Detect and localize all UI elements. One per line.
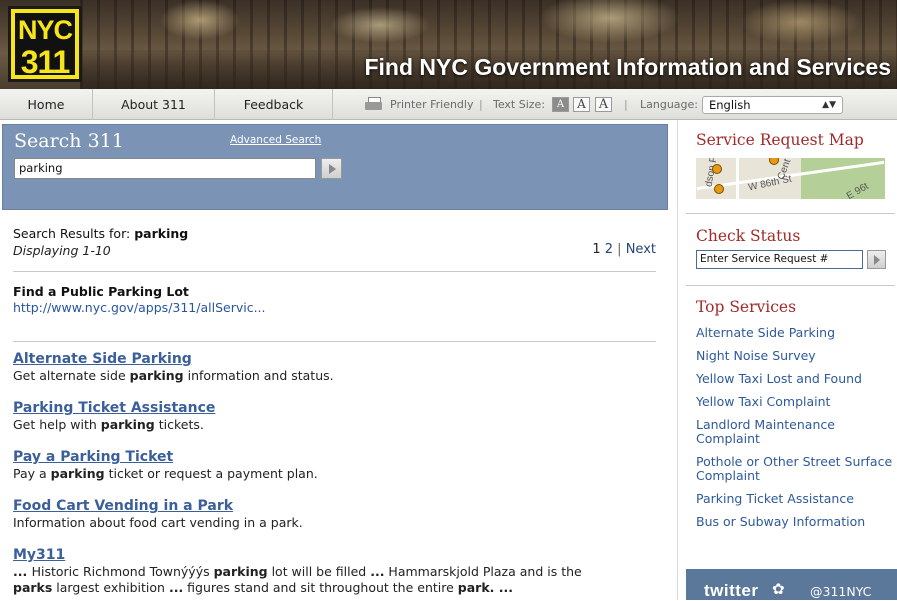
map-pin-icon [714,184,724,194]
text-size-medium-button[interactable]: A [573,97,590,112]
top-service-link[interactable]: Night Noise Survey [696,349,896,363]
search-panel: Search 311 Advanced Search parking [2,124,668,210]
featured-result-url[interactable]: http://www.nyc.gov/apps/311/allServic... [13,300,266,315]
nav-about-311[interactable]: About 311 [93,89,215,120]
service-request-map-thumbnail[interactable]: W 86th St dson P Cent E 96t [696,158,885,199]
site-tagline: Find NYC Government Information and Serv… [364,54,891,80]
service-request-input[interactable]: Enter Service Request # [696,250,863,269]
result-description: Get help with parking tickets. [13,417,204,432]
logo-text-311: 311 [20,44,71,80]
next-page-link[interactable]: Next [626,242,656,257]
language-label: Language: [640,98,698,111]
check-status-submit-button[interactable] [867,250,886,269]
result-title-link[interactable]: Food Cart Vending in a Park [13,498,658,514]
results-term: parking [134,226,189,241]
top-service-link[interactable]: Yellow Taxi Complaint [696,395,896,409]
result-item: Parking Ticket Assistance Get help with … [13,400,658,432]
result-title-link[interactable]: Alternate Side Parking [13,351,658,367]
result-description: parks largest exhibition ... figures sta… [13,580,513,595]
map-pin-icon [712,164,722,174]
results-heading: Search Results for: parking [13,226,189,241]
top-service-link[interactable]: Yellow Taxi Lost and Found [696,372,896,386]
text-size-small-button[interactable]: A [552,97,569,112]
divider [13,271,656,272]
logo-text-nyc: NYC [17,15,73,45]
divider [13,341,656,342]
pagination: 1 2 | Next [592,242,656,257]
result-description: Get alternate side parking information a… [13,368,334,383]
top-service-link[interactable]: Alternate Side Parking [696,326,896,340]
column-divider [677,120,678,600]
twitter-bird-icon: ✿ [772,580,785,598]
nav-feedback[interactable]: Feedback [215,89,333,120]
map-pin-icon [769,158,779,165]
top-services-list: Alternate Side Parking Night Noise Surve… [696,326,896,538]
divider: | [624,98,628,111]
result-title-link[interactable]: Pay a Parking Ticket [13,449,658,465]
search-title: Search 311 [14,130,124,152]
top-services-heading: Top Services [696,298,797,316]
twitter-banner[interactable]: twitter ✿ @311NYC [686,569,897,600]
header-banner: NYC 311 Find NYC Government Information … [0,0,897,89]
twitter-logo: twitter [704,581,759,600]
result-item: Pay a Parking Ticket Pay a parking ticke… [13,449,658,481]
select-arrows-icon: ▲▼ [822,100,836,110]
twitter-handle: @311NYC [810,584,872,599]
result-title-link[interactable]: Parking Ticket Assistance [13,400,658,416]
result-description: ... Historic Richmond Townýýýs parking l… [13,564,582,579]
language-selected: English [709,98,751,112]
top-service-link[interactable]: Parking Ticket Assistance [696,492,896,506]
page-2-link[interactable]: 2 [605,242,613,257]
result-item: Alternate Side Parking Get alternate sid… [13,351,658,383]
result-item: My311 ... Historic Richmond Townýýýs par… [13,547,658,595]
page-1: 1 [592,242,601,257]
service-request-map-heading: Service Request Map [696,131,864,149]
divider [686,285,895,286]
result-title-link[interactable]: My311 [13,547,658,563]
results-count: Displaying 1-10 [13,243,111,258]
top-service-link[interactable]: Bus or Subway Information [696,515,896,529]
top-service-link[interactable]: Pothole or Other Street Surface Complain… [696,455,896,483]
sidebar: Service Request Map W 86th St dson P Cen… [686,120,897,600]
divider: | [479,98,483,111]
result-item: Food Cart Vending in a Park Information … [13,498,658,530]
search-submit-button[interactable] [321,158,342,179]
advanced-search-link[interactable]: Advanced Search [230,134,321,146]
text-size-label: Text Size: [493,98,546,111]
nyc311-logo[interactable]: NYC 311 [8,6,82,82]
result-description: Pay a parking ticket or request a paymen… [13,466,318,481]
text-size-large-button[interactable]: A [595,97,612,112]
divider [686,213,895,214]
printer-friendly-link[interactable]: Printer Friendly [390,89,473,120]
language-select[interactable]: English ▲▼ [702,96,843,114]
featured-result-title: Find a Public Parking Lot [13,284,189,299]
search-input[interactable]: parking [14,158,316,179]
nav-home[interactable]: Home [0,89,93,120]
result-description: Information about food cart vending in a… [13,515,303,530]
printer-icon[interactable] [365,97,383,111]
check-status-heading: Check Status [696,227,801,245]
top-service-link[interactable]: Landlord Maintenance Complaint [696,418,896,446]
